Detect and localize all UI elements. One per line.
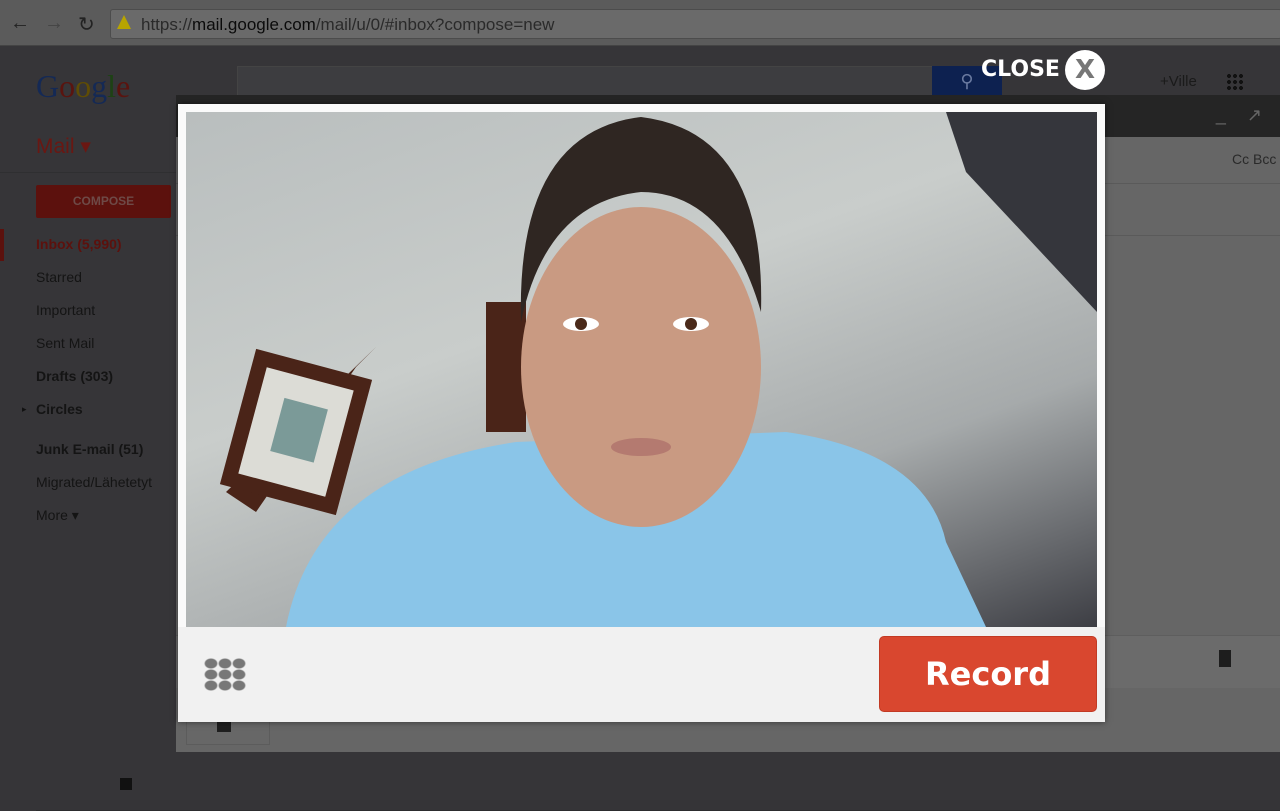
apps-grid-icon[interactable] xyxy=(1226,73,1244,91)
sidebar-item[interactable]: Migrated/Lähetetyt xyxy=(36,474,152,490)
compose-button[interactable]: COMPOSE xyxy=(36,185,171,218)
search-input[interactable] xyxy=(237,66,934,96)
webcam-image xyxy=(219,112,1097,627)
chat-icon[interactable] xyxy=(120,778,132,790)
window-controls[interactable]: _ ↗ xyxy=(1216,105,1270,126)
webcam-preview xyxy=(186,112,1097,627)
sidebar-item[interactable]: More ▾ xyxy=(36,507,79,524)
google-logo: Google xyxy=(36,68,131,104)
warning-lock-icon xyxy=(117,15,131,29)
cc-bcc-links[interactable]: Cc Bcc xyxy=(1232,151,1276,167)
sidebar-item[interactable]: Circles xyxy=(36,401,83,417)
record-button[interactable]: Record xyxy=(879,636,1097,712)
reload-icon[interactable]: ↻ xyxy=(78,12,95,37)
recorder-footer: Record xyxy=(178,627,1105,722)
video-recorder-modal: Record xyxy=(178,104,1105,722)
address-bar[interactable]: https://mail.google.com/mail/u/0/#inbox?… xyxy=(110,9,1280,39)
trash-icon[interactable] xyxy=(1219,650,1231,667)
sidebar-item[interactable]: Important xyxy=(36,302,95,318)
sidebar-item[interactable]: Starred xyxy=(36,269,82,285)
forward-icon[interactable]: → xyxy=(44,12,64,35)
browser-toolbar: ← → ↻ https://mail.google.com/mail/u/0/#… xyxy=(0,0,1280,46)
sidebar-item[interactable]: Inbox (5,990) xyxy=(36,236,122,252)
close-label[interactable]: CLOSE xyxy=(981,57,1060,82)
sidebar-item[interactable]: Drafts (303) xyxy=(36,368,113,384)
back-icon[interactable]: ← xyxy=(10,12,30,35)
sidebar-item[interactable]: Sent Mail xyxy=(36,335,94,351)
grid-menu-icon[interactable] xyxy=(204,658,246,691)
search-icon: ⚲ xyxy=(960,71,974,91)
close-button[interactable]: X xyxy=(1065,50,1105,90)
mail-menu[interactable]: Mail ▾ xyxy=(36,134,91,159)
user-link[interactable]: +Ville xyxy=(1160,73,1197,90)
url-text: https://mail.google.com/mail/u/0/#inbox?… xyxy=(141,15,555,34)
expand-arrow-icon[interactable]: ▸ xyxy=(22,404,27,415)
sidebar-item[interactable]: Junk E-mail (51) xyxy=(36,441,143,457)
active-indicator xyxy=(0,229,4,261)
